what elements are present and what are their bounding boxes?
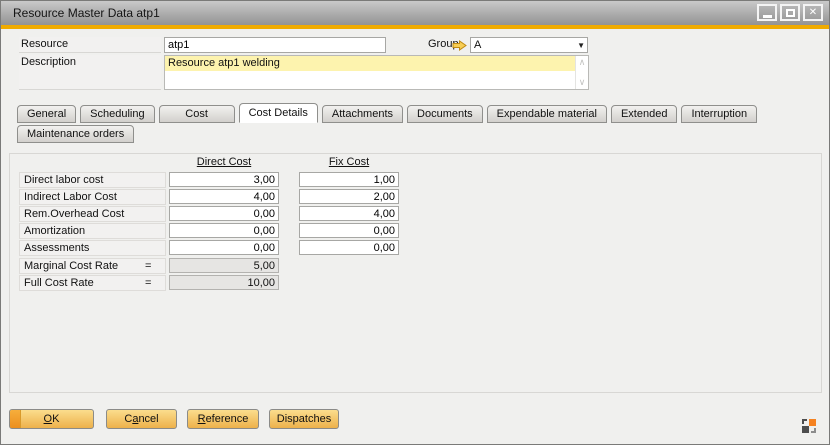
indirect-labor-cost-fix-input[interactable] (299, 189, 399, 204)
amortization-direct-input[interactable] (169, 223, 279, 238)
fix-cost-column-header: Fix Cost (299, 156, 399, 168)
minimize-icon (763, 15, 772, 18)
row-label-direct-labor-cost: Direct labor cost (19, 172, 166, 188)
description-textarea[interactable]: Resource atp1 welding ∧ ∨ (164, 55, 589, 90)
tab-bar-row1: General Scheduling Cost Cost Details Att… (17, 103, 757, 123)
link-arrow-icon[interactable] (452, 40, 467, 51)
assessments-direct-input[interactable] (169, 240, 279, 255)
row-label-assessments: Assessments (19, 240, 166, 256)
scroll-down-icon[interactable]: ∨ (579, 78, 586, 87)
resource-input[interactable] (164, 37, 386, 53)
tab-scheduling[interactable]: Scheduling (80, 105, 154, 123)
resource-master-data-window: Resource Master Data atp1 ✕ Resource Gro… (0, 0, 830, 445)
group-label: Group (426, 37, 450, 53)
window-controls: ✕ (757, 4, 823, 21)
rem-overhead-cost-direct-input[interactable] (169, 206, 279, 221)
full-cost-rate-label: Full Cost Rate (24, 277, 94, 289)
default-button-stripe (10, 410, 21, 428)
maximize-button[interactable] (780, 4, 800, 21)
equals-sign: = (145, 277, 151, 289)
tab-attachments[interactable]: Attachments (322, 105, 403, 123)
row-label-full-cost-rate: Full Cost Rate = (19, 275, 166, 291)
tab-cost-details[interactable]: Cost Details (239, 103, 318, 123)
tab-extended[interactable]: Extended (611, 105, 677, 123)
window-title: Resource Master Data atp1 (1, 6, 160, 20)
tab-maintenance-orders[interactable]: Maintenance orders (17, 125, 134, 143)
tab-general[interactable]: General (17, 105, 76, 123)
window-titlebar[interactable]: Resource Master Data atp1 ✕ (1, 1, 829, 25)
cancel-button[interactable]: Cancel (106, 409, 177, 429)
group-select[interactable]: A ▼ (470, 37, 588, 53)
window-resize-grip-icon[interactable] (800, 417, 818, 435)
ok-button[interactable]: OK (9, 409, 94, 429)
row-label-rem-overhead-cost: Rem.Overhead Cost (19, 206, 166, 222)
tab-bar-row2: Maintenance orders (17, 124, 134, 143)
marginal-cost-rate-label: Marginal Cost Rate (24, 260, 118, 272)
direct-labor-cost-fix-input[interactable] (299, 172, 399, 187)
resource-label: Resource (19, 37, 161, 53)
reference-button[interactable]: Reference (187, 409, 259, 429)
titlebar-accent-line (1, 25, 829, 29)
assessments-fix-input[interactable] (299, 240, 399, 255)
row-label-marginal-cost-rate: Marginal Cost Rate = (19, 258, 166, 274)
tab-expendable-material[interactable]: Expendable material (487, 105, 607, 123)
description-selected-line[interactable]: Resource atp1 welding (165, 56, 575, 71)
indirect-labor-cost-direct-input[interactable] (169, 189, 279, 204)
direct-labor-cost-direct-input[interactable] (169, 172, 279, 187)
scroll-up-icon[interactable]: ∧ (579, 58, 586, 67)
close-button[interactable]: ✕ (803, 4, 823, 21)
tab-documents[interactable]: Documents (407, 105, 483, 123)
marginal-cost-rate-value: 5,00 (169, 258, 279, 273)
close-icon: ✕ (809, 8, 817, 18)
equals-sign: = (145, 260, 151, 272)
direct-cost-column-header: Direct Cost (169, 156, 279, 168)
dispatches-button[interactable]: Dispatches (269, 409, 339, 429)
maximize-icon (786, 9, 795, 17)
group-selected-value: A (474, 39, 481, 51)
chevron-down-icon: ▼ (577, 41, 585, 50)
description-scrollbar[interactable]: ∧ ∨ (575, 56, 588, 89)
amortization-fix-input[interactable] (299, 223, 399, 238)
row-label-amortization: Amortization (19, 223, 166, 239)
row-label-indirect-labor-cost: Indirect Labor Cost (19, 189, 166, 205)
tab-cost[interactable]: Cost (159, 105, 235, 123)
description-label: Description (19, 55, 161, 90)
full-cost-rate-value: 10,00 (169, 275, 279, 290)
tab-interruption[interactable]: Interruption (681, 105, 757, 123)
minimize-button[interactable] (757, 4, 777, 21)
rem-overhead-cost-fix-input[interactable] (299, 206, 399, 221)
